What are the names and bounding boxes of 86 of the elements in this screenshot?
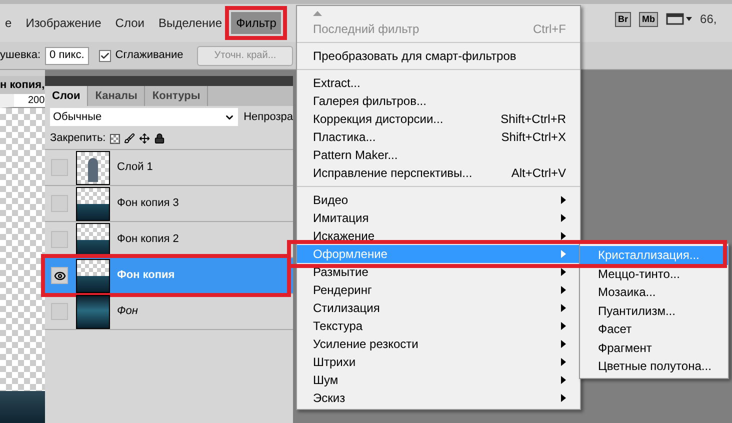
shortcut-text: Shift+Ctrl+R (500, 111, 566, 128)
ruler: 200 (0, 94, 45, 108)
menu-item[interactable]: Искажение (297, 227, 580, 245)
layer-thumbnail (76, 222, 110, 256)
submenu-arrow-icon (561, 358, 566, 366)
document-tab[interactable]: н копия, (0, 76, 45, 94)
submenu-arrow-icon (561, 268, 566, 276)
opacity-label: Непрозра (244, 110, 293, 125)
submenu-arrow-icon (561, 196, 566, 204)
submenu-item[interactable]: Пуантилизм... (580, 302, 728, 320)
menu-item[interactable]: Преобразовать для смарт-фильтров (297, 47, 580, 65)
menu-item[interactable]: Коррекция дисторсии... Shift+Ctrl+R (297, 110, 580, 128)
menu-title[interactable]: Изображение (20, 12, 106, 34)
shortcut-text: Shift+Ctrl+X (501, 129, 566, 146)
transparency-lock-icon[interactable] (110, 134, 120, 144)
layer-name: Слой 1 (117, 160, 153, 176)
layer-name: Фон (117, 304, 138, 320)
lock-label: Закрепить: (50, 131, 106, 146)
submenu-arrow-icon (561, 286, 566, 294)
submenu-item[interactable]: Фрагмент (580, 338, 728, 357)
menu-item[interactable]: Стилизация (297, 299, 580, 317)
menu-item[interactable]: Видео (297, 191, 580, 209)
layer-name: Фон копия 2 (117, 232, 179, 248)
layer-thumbnail (76, 186, 110, 220)
menu-item[interactable]: Текстура (297, 317, 580, 335)
submenu-item[interactable]: Цветные полутона... (580, 357, 728, 376)
menu-item[interactable]: Галерея фильтров... (297, 92, 580, 110)
menu-item[interactable]: Исправление перспективы... Alt+Ctrl+V (297, 164, 580, 182)
app-button[interactable]: Mb (639, 12, 658, 26)
menu-title[interactable]: Выделение (153, 12, 228, 34)
panel-tab[interactable]: Каналы (88, 86, 146, 106)
visibility-toggle[interactable] (51, 303, 68, 320)
zoom-value: 66, (700, 11, 717, 28)
lock-icon[interactable] (154, 133, 165, 144)
app-button[interactable]: Br (615, 12, 632, 26)
submenu-arrow-icon (561, 322, 566, 330)
menu-title[interactable]: е (0, 12, 17, 34)
panel-tab[interactable]: Слои (45, 86, 88, 106)
layer-thumbnail (76, 150, 110, 184)
submenu-item[interactable]: Фасет (580, 320, 728, 338)
menu-title[interactable]: Слои (110, 12, 150, 34)
blend-mode-select[interactable]: Обычные (50, 108, 238, 126)
visibility-toggle[interactable] (51, 231, 68, 248)
layer-thumbnail (76, 294, 110, 328)
submenu-arrow-icon (561, 214, 566, 222)
menu-title[interactable]: Фильтр (231, 12, 282, 34)
menu-item[interactable]: Пластика... Shift+Ctrl+X (297, 128, 580, 146)
menu-item[interactable]: Шум (297, 371, 580, 389)
menu-item[interactable]: Размытие (297, 263, 580, 281)
submenu-arrow-icon (561, 232, 566, 240)
layer-row[interactable]: Слой 1 (45, 150, 293, 186)
photo-placeholder (0, 391, 45, 423)
submenu-item[interactable]: Меццо-тинто... (580, 264, 728, 283)
move-icon[interactable] (138, 133, 150, 144)
screen-mode-icon[interactable] (666, 13, 692, 25)
visibility-toggle[interactable] (51, 267, 68, 284)
brush-icon[interactable] (124, 133, 135, 144)
menu-item[interactable]: Усиление резкости (297, 335, 580, 353)
feather-input[interactable]: 0 пикс. (44, 46, 90, 64)
layer-name: Фон копия 3 (117, 196, 179, 212)
submenu-arrow-icon (561, 250, 566, 258)
menu-item[interactable]: Эскиз (297, 389, 580, 407)
submenu-arrow-icon (561, 304, 566, 312)
shortcut-text: Ctrl+F (533, 21, 566, 38)
antialias-label: Сглаживание (115, 48, 184, 64)
feather-label: ушевка: (0, 48, 41, 64)
menu-item[interactable]: Рендеринг (297, 281, 580, 299)
menu-item[interactable]: Pattern Maker... (297, 146, 580, 164)
visibility-toggle[interactable] (51, 159, 68, 176)
annotation-frame (225, 6, 288, 40)
submenu-arrow-icon (561, 340, 566, 348)
layer-row[interactable]: Фон копия 3 (45, 186, 293, 222)
antialias-checkbox[interactable] (99, 50, 112, 62)
panel-tab[interactable]: Контуры (145, 86, 208, 106)
submenu-arrow-icon (561, 376, 566, 384)
layer-name: Фон копия (117, 268, 175, 284)
menu-item[interactable]: Extract... (297, 74, 580, 92)
visibility-toggle[interactable] (51, 195, 68, 212)
layer-thumbnail (76, 258, 110, 292)
eye-icon (54, 270, 66, 282)
menu-item[interactable]: Штрихи (297, 353, 580, 371)
layer-row[interactable]: Фон (45, 294, 293, 330)
submenu-item[interactable]: Мозаика... (580, 283, 728, 302)
menu-item[interactable]: Имитация (297, 209, 580, 227)
submenu-arrow-icon (561, 394, 566, 402)
shortcut-text: Alt+Ctrl+V (511, 165, 566, 182)
